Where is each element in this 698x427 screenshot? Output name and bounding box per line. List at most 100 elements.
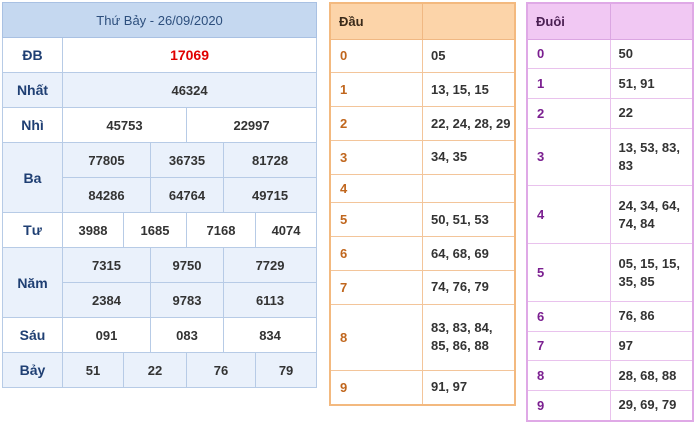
dau-key: 1: [330, 72, 423, 108]
dau-row: 8 83, 83, 84, 85, 86, 88: [330, 304, 515, 371]
duoi-header: Đuôi: [527, 3, 611, 40]
dau-header: Đầu: [330, 3, 423, 40]
prize-sau-value: 091: [62, 317, 151, 353]
prize-sau-value: 083: [150, 317, 224, 353]
dau-values: 13, 15, 15: [422, 72, 515, 108]
duoi-header-blank: [610, 3, 693, 40]
prize-nhi-value: 22997: [185, 107, 318, 143]
dau-values: [422, 174, 515, 204]
duoi-values: 22: [610, 98, 693, 129]
duoi-row: 0 50: [527, 39, 693, 70]
duoi-key: 2: [527, 98, 611, 129]
prize-bay-value: 76: [186, 352, 256, 388]
duoi-values: 97: [610, 331, 693, 362]
dau-key: 8: [330, 304, 423, 371]
dau-values: 50, 51, 53: [422, 202, 515, 238]
duoi-values: 76, 86: [610, 301, 693, 332]
duoi-key: 6: [527, 301, 611, 332]
prize-bay-value: 79: [254, 352, 318, 388]
duoi-key: 1: [527, 68, 611, 99]
prize-label-sau: Sáu: [2, 317, 63, 353]
dau-key: 5: [330, 202, 423, 238]
dau-values: 34, 35: [422, 140, 515, 175]
dau-row: 9 91, 97: [330, 370, 515, 406]
prize-tu-value: 3988: [62, 212, 124, 248]
dau-row: 6 64, 68, 69: [330, 236, 515, 271]
prize-nhi-value: 45753: [62, 107, 187, 143]
duoi-key: 5: [527, 243, 611, 302]
dau-table: Đầu 0 05 1 13, 15, 15 2 22, 24, 28, 29 3 34,…: [329, 2, 516, 406]
prize-label-bay: Bảy: [2, 352, 63, 388]
dau-row: 2 22, 24, 28, 29: [330, 106, 515, 141]
dau-row: 5 50, 51, 53: [330, 202, 515, 238]
dau-header-blank: [422, 3, 515, 40]
prize-nam-value: 2384: [62, 282, 151, 318]
prize-ba-value: 49715: [222, 177, 318, 213]
dau-key: 2: [330, 106, 423, 141]
dau-key: 3: [330, 140, 423, 175]
duoi-key: 0: [527, 39, 611, 70]
prize-nam-value: 6113: [222, 282, 318, 318]
prize-tu-value: 7168: [186, 212, 256, 248]
dau-key: 7: [330, 270, 423, 305]
dau-key: 6: [330, 236, 423, 271]
duoi-key: 8: [527, 360, 611, 391]
prize-bay-value: 22: [123, 352, 187, 388]
duoi-row: 7 97: [527, 331, 693, 362]
prize-nhat-value: 46324: [61, 72, 318, 108]
dau-values: 83, 83, 84, 85, 86, 88: [422, 304, 515, 371]
prize-ba-value: 81728: [222, 142, 318, 178]
dau-row: 4: [330, 174, 515, 204]
prize-ba-value: 36735: [150, 142, 224, 178]
duoi-key: 3: [527, 128, 611, 187]
results-date-header: Thứ Bảy - 26/09/2020: [1, 2, 318, 38]
duoi-key: 7: [527, 331, 611, 362]
dau-values: 22, 24, 28, 29: [422, 106, 515, 141]
dau-key: 4: [330, 174, 423, 204]
prize-sau-value: 834: [222, 317, 318, 353]
duoi-values: 29, 69, 79: [610, 390, 693, 422]
duoi-values: 24, 34, 64, 74, 84: [610, 185, 693, 245]
prize-label-nam: Năm: [2, 247, 63, 318]
dau-values: 74, 76, 79: [422, 270, 515, 305]
duoi-row: 1 51, 91: [527, 68, 693, 99]
prize-ba-value: 84286: [62, 177, 151, 213]
duoi-values: 13, 53, 83, 83: [610, 128, 693, 187]
dau-values: 64, 68, 69: [422, 236, 515, 271]
prize-nam-value: 9783: [150, 282, 224, 318]
prize-db-value: 17069: [61, 37, 318, 73]
prize-bay-value: 51: [62, 352, 124, 388]
duoi-values: 05, 15, 15, 35, 85: [610, 243, 693, 302]
duoi-row: 2 22: [527, 98, 693, 129]
prize-label-db: ĐB: [2, 37, 63, 73]
dau-row: 3 34, 35: [330, 140, 515, 175]
duoi-values: 50: [610, 39, 693, 70]
duoi-table: Đuôi 0 50 1 51, 91 2 22 3 13, 53, 83, 83 4 24…: [526, 2, 694, 422]
prize-label-nhi: Nhì: [2, 107, 63, 143]
duoi-key: 9: [527, 390, 611, 422]
duoi-row: 6 76, 86: [527, 301, 693, 332]
duoi-row: 5 05, 15, 15, 35, 85: [527, 243, 693, 302]
dau-key: 0: [330, 39, 423, 74]
dau-values: 05: [422, 39, 515, 74]
prize-nam-value: 7315: [62, 247, 151, 283]
prize-tu-value: 1685: [123, 212, 187, 248]
dau-key: 9: [330, 370, 423, 406]
prize-label-ba: Ba: [2, 142, 63, 213]
duoi-values: 28, 68, 88: [610, 360, 693, 391]
duoi-row: 3 13, 53, 83, 83: [527, 128, 693, 187]
duoi-key: 4: [527, 185, 611, 245]
duoi-values: 51, 91: [610, 68, 693, 99]
prize-tu-value: 4074: [254, 212, 318, 248]
prize-ba-value: 64764: [150, 177, 224, 213]
duoi-row: 4 24, 34, 64, 74, 84: [527, 185, 693, 245]
dau-row: 1 13, 15, 15: [330, 72, 515, 108]
prize-nam-value: 7729: [222, 247, 318, 283]
dau-row: 7 74, 76, 79: [330, 270, 515, 305]
prize-label-tu: Tư: [2, 212, 63, 248]
prize-label-nhat: Nhất: [2, 72, 63, 108]
dau-row: 0 05: [330, 39, 515, 74]
prize-ba-value: 77805: [62, 142, 151, 178]
lottery-results-table: Thứ Bảy - 26/09/2020 ĐB 17069 Nhất 46324…: [1, 2, 318, 388]
duoi-row: 8 28, 68, 88: [527, 360, 693, 391]
